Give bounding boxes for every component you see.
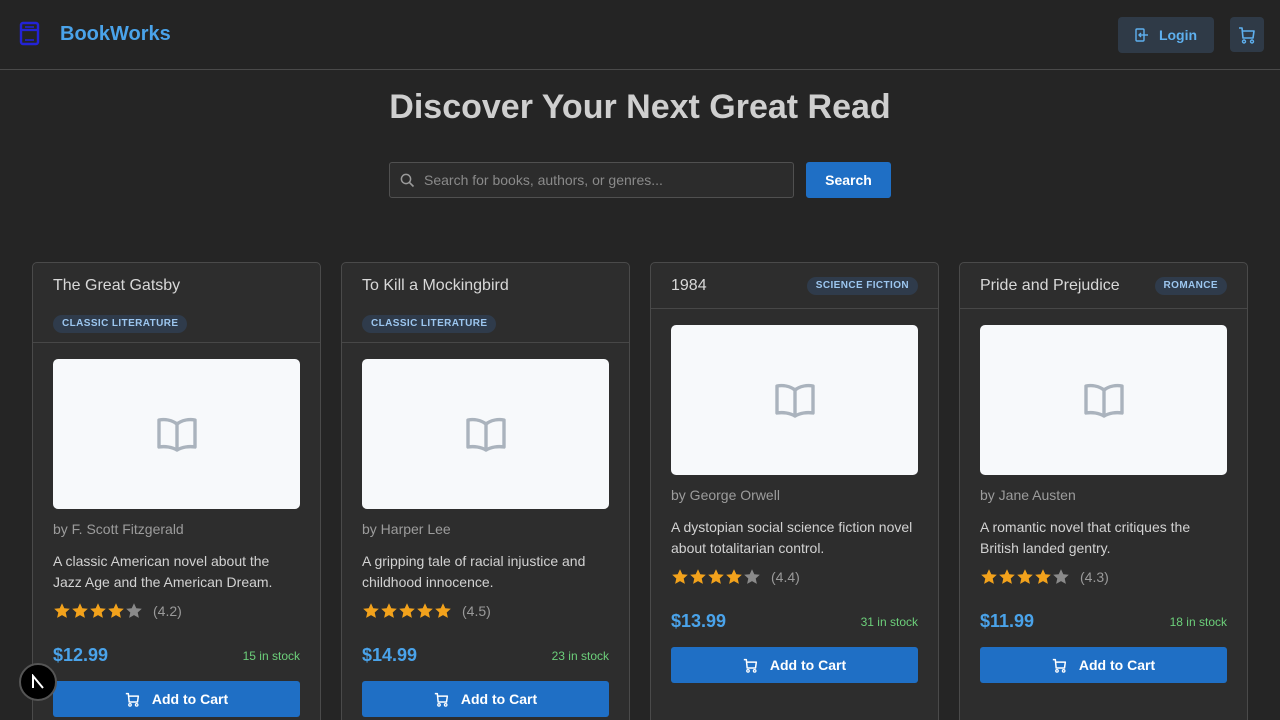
brand[interactable]: BookWorks xyxy=(18,21,171,47)
book-cover[interactable] xyxy=(671,325,918,475)
book-cover[interactable] xyxy=(980,325,1227,475)
cart-icon xyxy=(1052,658,1066,673)
add-to-cart-button[interactable]: Add to Cart xyxy=(362,681,609,717)
login-button[interactable]: Login xyxy=(1118,17,1214,53)
rating: (4.2) xyxy=(53,601,300,621)
genre-badge: CLASSIC LITERATURE xyxy=(362,315,497,333)
search-button[interactable]: Search xyxy=(806,162,891,198)
cart-icon xyxy=(125,692,139,707)
search-box xyxy=(389,162,794,198)
star-icon xyxy=(672,569,688,584)
book-title[interactable]: Pride and Prejudice xyxy=(980,277,1120,295)
book-description: A gripping tale of racial injustice and … xyxy=(362,553,586,590)
cart-icon xyxy=(743,658,757,673)
rating-value: (4.3) xyxy=(1080,569,1109,585)
star-icon xyxy=(708,569,724,584)
book-cover[interactable] xyxy=(362,359,609,509)
add-to-cart-button[interactable]: Add to Cart xyxy=(980,647,1227,683)
page-title: Discover Your Next Great Read xyxy=(389,88,891,126)
star-icon xyxy=(744,569,760,584)
add-to-cart-label: Add to Cart xyxy=(151,691,229,707)
dev-tools-button[interactable] xyxy=(19,663,57,701)
star-icon xyxy=(108,603,124,618)
rating: (4.3) xyxy=(980,567,1227,587)
star-icon xyxy=(381,603,397,618)
card-header: 1984 SCIENCE FICTION xyxy=(651,263,938,309)
rating: (4.4) xyxy=(671,567,918,587)
book-description: A dystopian social science fiction novel… xyxy=(671,519,913,556)
stock-status: 23 in stock xyxy=(551,649,609,663)
book-description: A romantic novel that critiques the Brit… xyxy=(980,519,1191,556)
star-icon xyxy=(72,603,88,618)
star-icon xyxy=(90,603,106,618)
star-icon xyxy=(399,603,415,618)
book-card: Pride and Prejudice ROMANCE by Jane Aust… xyxy=(959,262,1248,720)
login-label: Login xyxy=(1158,27,1198,43)
open-book-icon xyxy=(774,383,815,418)
book-card: To Kill a Mockingbird CLASSIC LITERATURE… xyxy=(341,262,630,720)
book-price: $14.99 xyxy=(362,645,418,665)
card-header: To Kill a Mockingbird CLASSIC LITERATURE xyxy=(342,263,629,343)
book-card: 1984 SCIENCE FICTION by George Orwell A … xyxy=(650,262,939,720)
book-icon xyxy=(19,21,40,46)
add-to-cart-label: Add to Cart xyxy=(460,691,538,707)
star-icon xyxy=(726,569,742,584)
login-icon xyxy=(1135,28,1148,42)
book-card: The Great Gatsby CLASSIC LITERATURE by F… xyxy=(32,262,321,720)
search-icon xyxy=(400,173,415,188)
book-description: A classic American novel about the Jazz … xyxy=(53,553,273,590)
stock-status: 31 in stock xyxy=(860,615,918,629)
book-price: $13.99 xyxy=(671,611,727,631)
star-icon xyxy=(435,603,451,618)
book-author: by F. Scott Fitzgerald xyxy=(53,521,184,537)
star-icon xyxy=(363,603,379,618)
rating: (4.5) xyxy=(362,601,609,621)
genre-badge: SCIENCE FICTION xyxy=(806,277,918,295)
cart-button[interactable] xyxy=(1230,17,1264,52)
card-header: The Great Gatsby CLASSIC LITERATURE xyxy=(33,263,320,343)
star-icon xyxy=(1017,569,1033,584)
search-input[interactable] xyxy=(424,163,789,197)
add-to-cart-button[interactable]: Add to Cart xyxy=(53,681,300,717)
open-book-icon xyxy=(1083,383,1124,418)
open-book-icon xyxy=(465,417,506,452)
rating-value: (4.4) xyxy=(771,569,800,585)
book-author: by Jane Austen xyxy=(980,487,1076,503)
genre-badge: CLASSIC LITERATURE xyxy=(53,315,188,333)
star-icon xyxy=(417,603,433,618)
star-icon xyxy=(1053,569,1069,584)
stock-status: 15 in stock xyxy=(242,649,300,663)
star-icon xyxy=(690,569,706,584)
open-book-icon xyxy=(156,417,197,452)
card-header: Pride and Prejudice ROMANCE xyxy=(960,263,1247,309)
rating-value: (4.5) xyxy=(462,603,491,619)
book-title[interactable]: The Great Gatsby xyxy=(53,277,180,295)
star-icon xyxy=(999,569,1015,584)
book-title[interactable]: To Kill a Mockingbird xyxy=(362,277,509,295)
book-author: by George Orwell xyxy=(671,487,780,503)
genre-badge: ROMANCE xyxy=(1154,277,1227,295)
book-cover[interactable] xyxy=(53,359,300,509)
add-to-cart-label: Add to Cart xyxy=(1078,657,1156,673)
add-to-cart-label: Add to Cart xyxy=(769,657,847,673)
site-header: BookWorks Login xyxy=(0,0,1280,70)
star-icon xyxy=(54,603,70,618)
cart-icon xyxy=(434,692,448,707)
book-price: $11.99 xyxy=(980,611,1035,631)
rating-value: (4.2) xyxy=(153,603,182,619)
star-icon xyxy=(1035,569,1051,584)
book-title[interactable]: 1984 xyxy=(671,277,707,295)
book-price: $12.99 xyxy=(53,645,109,665)
star-icon xyxy=(981,569,997,584)
n-logo-icon xyxy=(32,674,44,689)
cart-icon xyxy=(1239,26,1255,44)
brand-name[interactable]: BookWorks xyxy=(60,23,171,46)
book-author: by Harper Lee xyxy=(362,521,451,537)
add-to-cart-button[interactable]: Add to Cart xyxy=(671,647,918,683)
stock-status: 18 in stock xyxy=(1169,615,1227,629)
star-icon xyxy=(126,603,142,618)
